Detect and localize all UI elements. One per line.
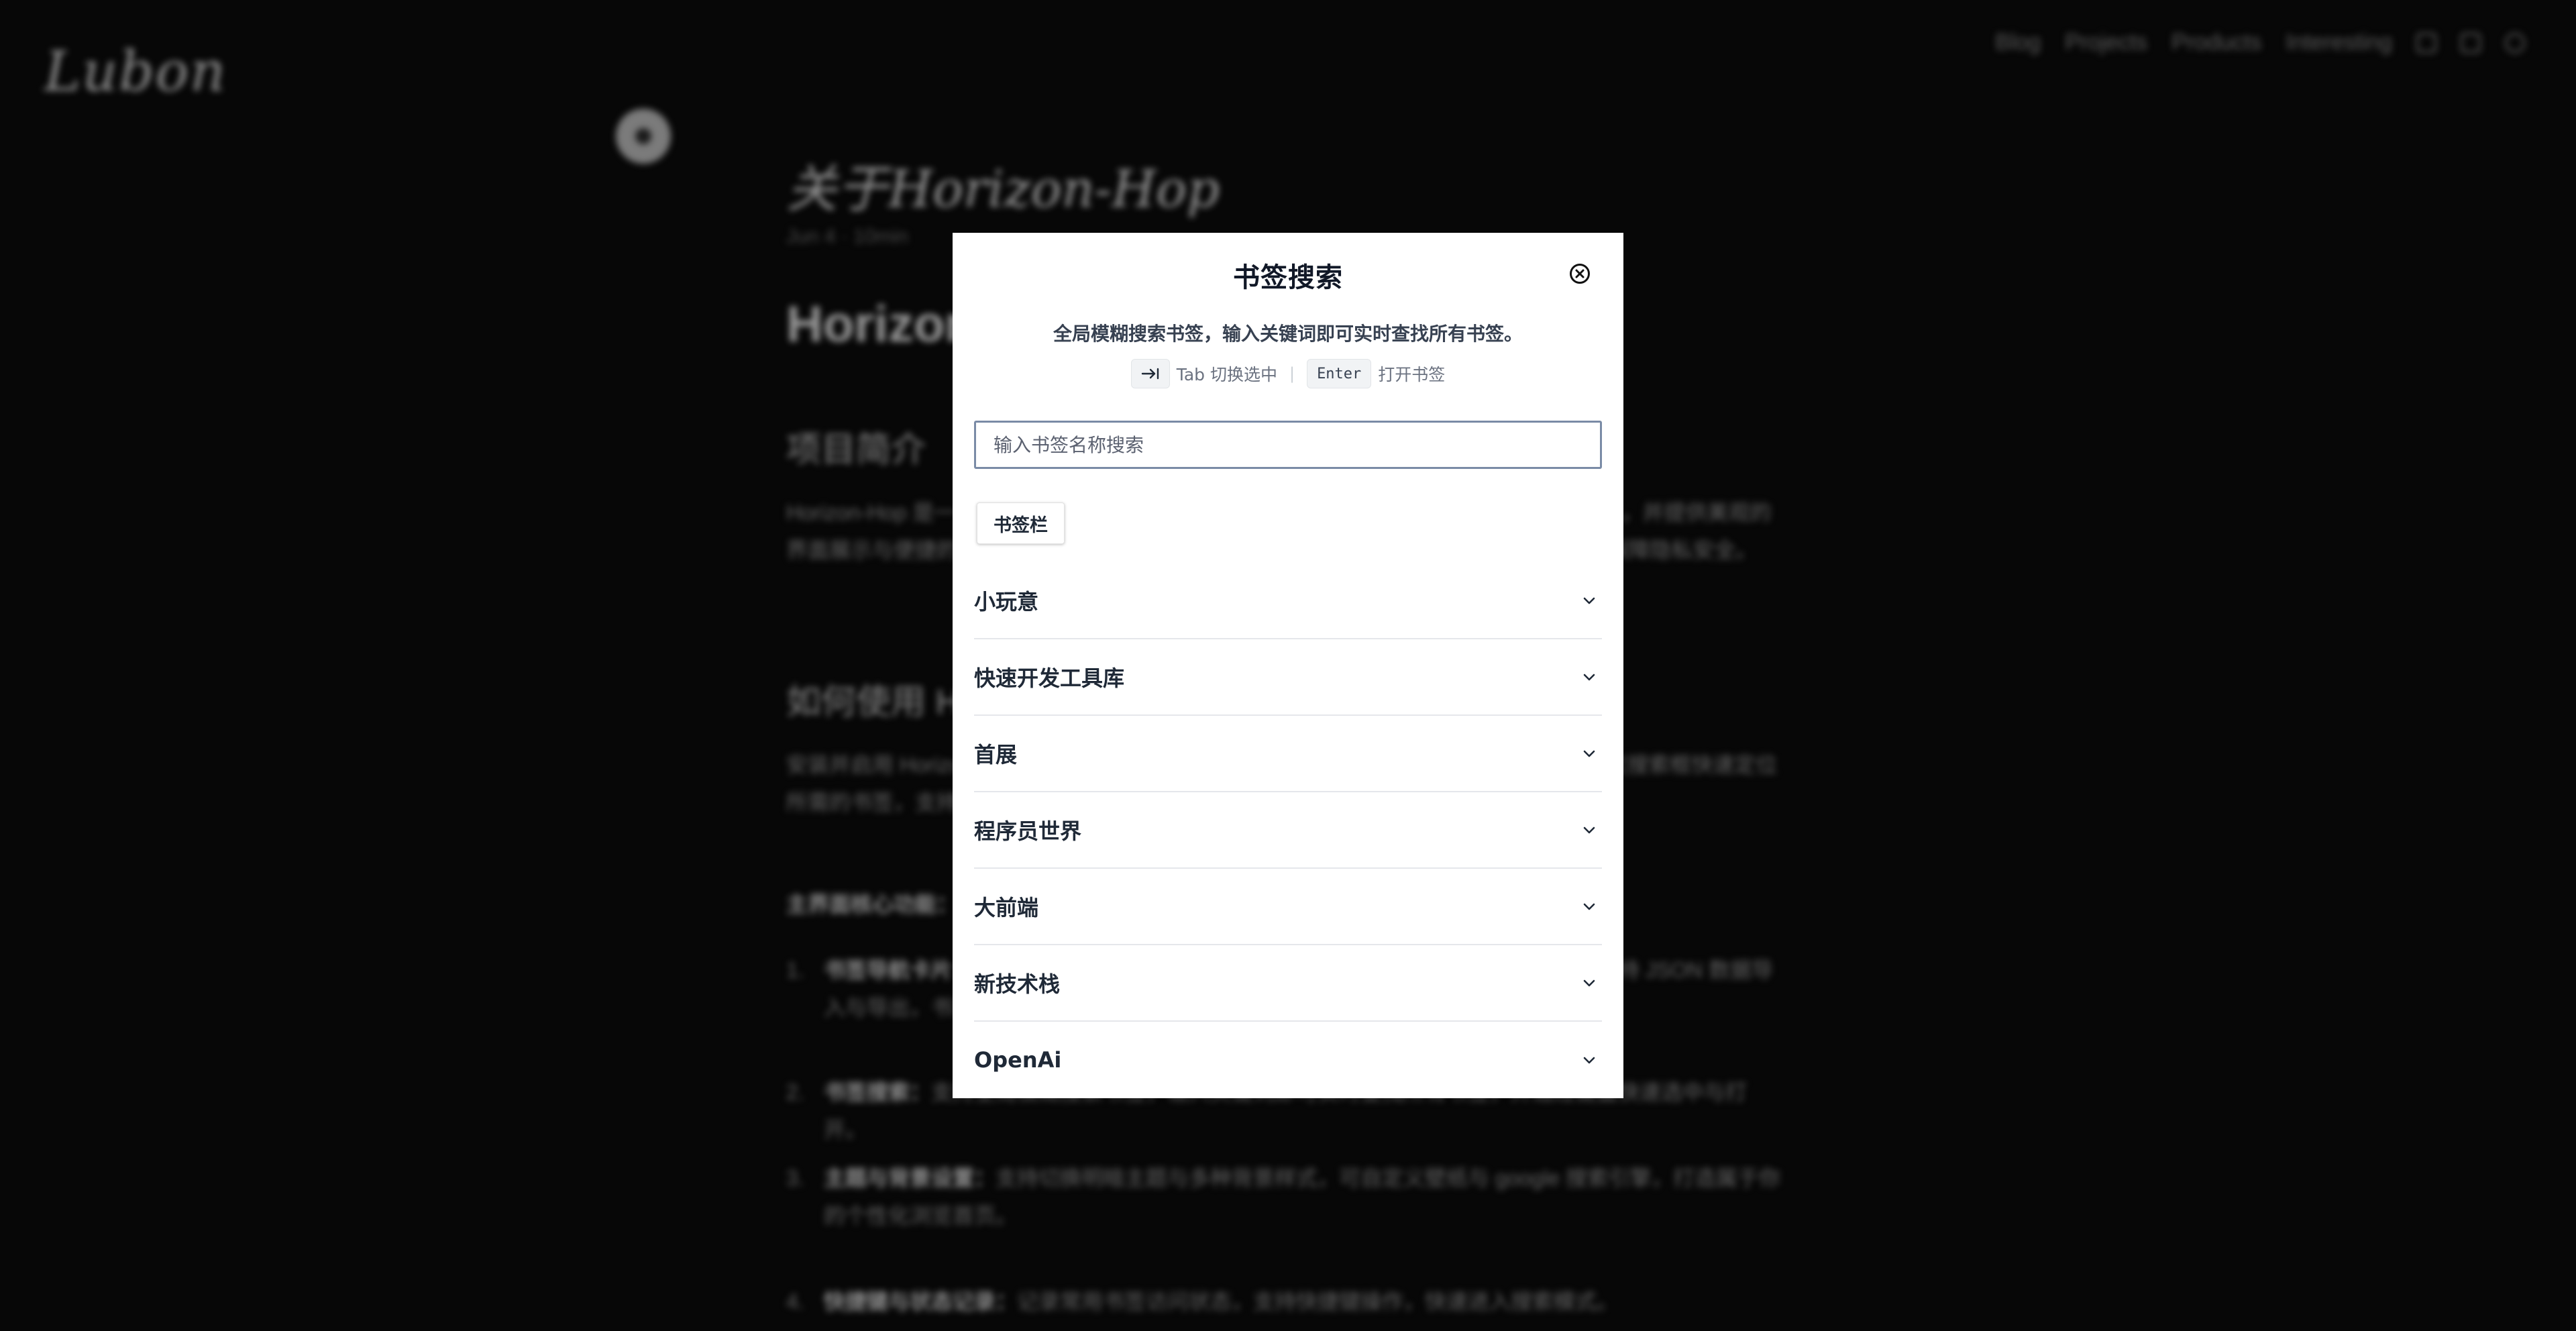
bookmark-search-input[interactable] — [974, 421, 1602, 469]
chevron-down-icon — [1580, 821, 1598, 839]
category-label: 小玩意 — [974, 589, 1039, 615]
tab-key — [1130, 359, 1170, 388]
category-label: 新技术栈 — [974, 971, 1061, 997]
modal-description: 全局模糊搜索书签，输入关键词即可实时查找所有书签。 — [1053, 323, 1523, 345]
modal-title: 书签搜索 — [1233, 262, 1343, 293]
hint-divider: | — [1289, 364, 1295, 383]
close-circle-icon — [1570, 264, 1590, 284]
chevron-down-icon — [1580, 592, 1598, 609]
category-label: 首展 — [974, 742, 1018, 767]
chevron-down-icon — [1580, 745, 1598, 762]
chevron-down-icon — [1580, 1051, 1598, 1069]
category-item[interactable]: 程序员世界 — [974, 792, 1602, 869]
enter-hint-text: 打开书签 — [1378, 365, 1446, 384]
page: Lubon Blog Projects Products Interesting… — [0, 0, 2576, 1331]
category-item[interactable]: 新技术栈 — [974, 945, 1602, 1022]
category-item[interactable]: 快速开发工具库 — [974, 639, 1602, 716]
category-list: 小玩意 快速开发工具库 首展 程序员世界 大前端 新技术栈 OpenAi — [974, 563, 1602, 1098]
category-label: OpenAi — [974, 1047, 1062, 1073]
category-label: 快速开发工具库 — [974, 666, 1125, 691]
enter-key: Enter — [1307, 359, 1372, 388]
category-item[interactable]: 大前端 — [974, 869, 1602, 945]
tab-arrow-icon — [1141, 368, 1159, 380]
chevron-down-icon — [1580, 898, 1598, 915]
category-item[interactable]: OpenAi — [974, 1022, 1602, 1098]
chevron-down-icon — [1580, 668, 1598, 686]
category-item[interactable]: 小玩意 — [974, 563, 1602, 639]
bookmark-search-modal: 书签搜索 全局模糊搜索书签，输入关键词即可实时查找所有书签。 Tab 切换选中 … — [953, 233, 1623, 1098]
bookmark-bar-chip[interactable]: 书签栏 — [977, 502, 1065, 544]
category-item[interactable]: 首展 — [974, 716, 1602, 792]
category-label: 大前端 — [974, 895, 1039, 920]
tab-hint-text: Tab 切换选中 — [1176, 365, 1277, 384]
close-button[interactable] — [1568, 262, 1591, 285]
keyboard-hints: Tab 切换选中 | Enter 打开书签 — [953, 359, 1623, 388]
chevron-down-icon — [1580, 974, 1598, 992]
category-label: 程序员世界 — [974, 818, 1082, 844]
